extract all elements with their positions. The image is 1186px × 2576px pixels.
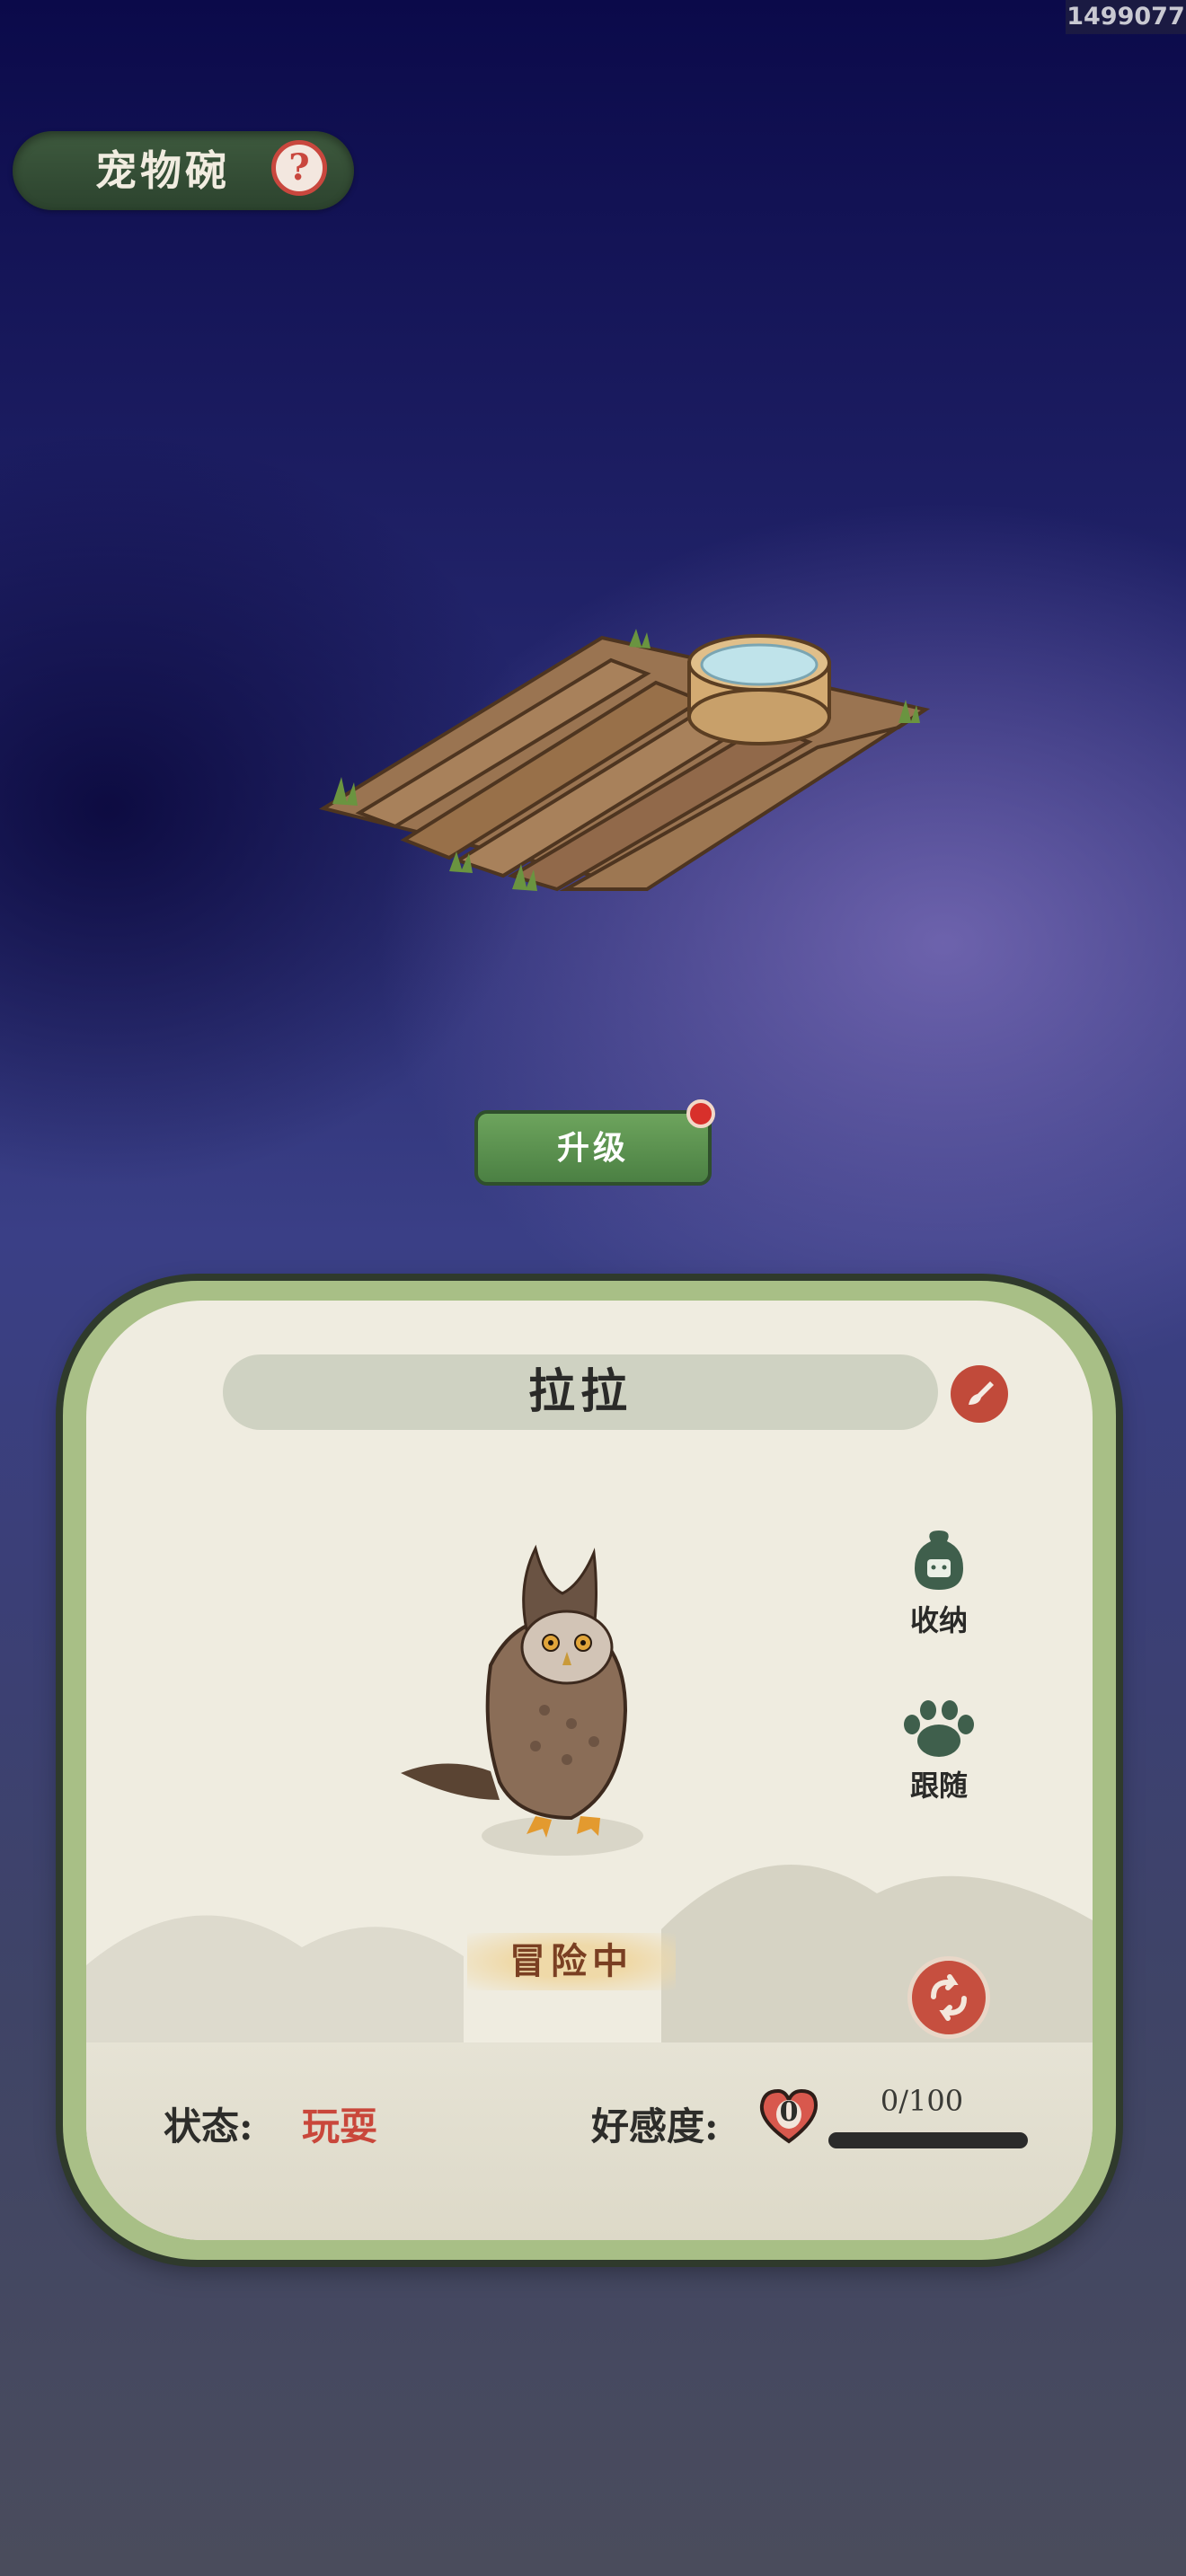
wooden-platform	[318, 635, 931, 892]
rename-brush-icon[interactable]	[951, 1365, 1008, 1423]
owl-pet-image	[401, 1544, 643, 1856]
pet-name: 拉拉	[527, 1364, 633, 1419]
paw-icon	[904, 1700, 974, 1757]
follow-label: 跟随	[909, 1769, 968, 1803]
refresh-button[interactable]	[907, 1956, 990, 2039]
status-label: 状态:	[164, 2104, 253, 2148]
follow-button[interactable]: 跟随	[890, 1692, 988, 1804]
favor-level: 0	[779, 2096, 799, 2128]
page-title-pill: 宠物碗 ?	[13, 131, 354, 210]
favor-progress-text: 0/100	[880, 2084, 964, 2118]
favor-label: 好感度:	[591, 2104, 719, 2148]
refresh-icon	[931, 1974, 967, 2021]
question-icon[interactable]: ?	[271, 140, 327, 196]
storage-bag-icon	[915, 1531, 963, 1590]
adventure-status-tag: 冒险中	[467, 1933, 676, 1990]
notification-dot	[686, 1099, 715, 1128]
build-number: 1499077	[1066, 0, 1186, 34]
store-button[interactable]: 收纳	[890, 1518, 988, 1638]
store-label: 收纳	[909, 1603, 968, 1637]
status-value: 玩耍	[302, 2104, 378, 2148]
upgrade-button[interactable]: 升级	[474, 1110, 712, 1186]
pet-name-bar: 拉拉	[223, 1354, 1008, 1430]
page-title: 宠物碗	[95, 146, 230, 195]
favor-progress-bar	[828, 2132, 1028, 2148]
pet-bowl-illustration	[318, 629, 931, 892]
water-bowl	[687, 634, 831, 745]
pet-card: 拉拉 收纳 跟随 冒险中 状态: 玩耍 好感度: 0 0/100	[86, 1301, 1093, 2240]
